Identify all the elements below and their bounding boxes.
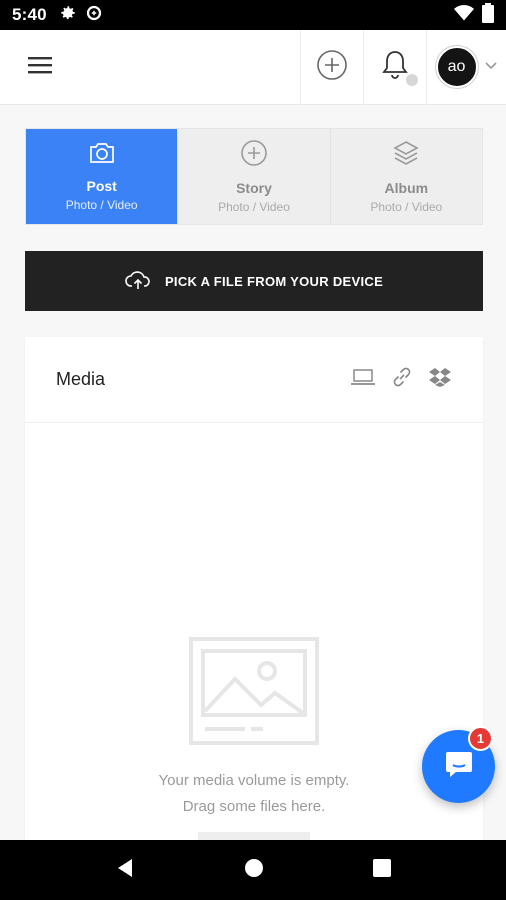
data-saver-icon — [85, 4, 103, 27]
home-icon[interactable] — [244, 858, 264, 883]
wifi-icon — [454, 4, 474, 27]
tab-post[interactable]: Post Photo / Video — [26, 129, 178, 224]
layers-icon — [392, 139, 420, 172]
dropbox-icon[interactable] — [429, 367, 451, 392]
status-time: 5:40 — [12, 5, 47, 24]
tab-story-title: Story — [236, 180, 272, 196]
empty-media-area: Your media volume is empty. Drag some fi… — [25, 637, 483, 820]
empty-line-1: Your media volume is empty. — [158, 772, 350, 789]
status-bar: 5:40 — [0, 0, 506, 30]
recents-icon[interactable] — [373, 858, 392, 882]
notification-dot — [406, 73, 418, 86]
hamburger-menu-icon — [28, 56, 52, 79]
tab-album-title: Album — [384, 180, 429, 196]
camera-icon — [88, 141, 116, 170]
cloud-upload-icon — [125, 269, 151, 294]
app-header: ao — [0, 29, 506, 105]
image-placeholder-icon — [189, 637, 319, 749]
menu-button[interactable] — [0, 30, 80, 105]
bell-icon — [381, 49, 409, 86]
chat-bubble-icon — [444, 750, 474, 783]
pick-file-button[interactable]: PICK A FILE FROM YOUR DEVICE — [25, 251, 483, 311]
chat-button[interactable]: 1 — [422, 726, 495, 803]
media-title: Media — [56, 369, 106, 389]
profile-menu[interactable]: ao — [426, 29, 506, 105]
chat-badge: 1 — [468, 726, 493, 751]
pick-file-label: PICK A FILE FROM YOUR DEVICE — [164, 273, 384, 289]
media-panel: Media Your media volume is empty. Drag s… — [25, 337, 483, 857]
back-icon[interactable] — [115, 858, 135, 883]
add-button[interactable] — [300, 29, 363, 105]
tab-story[interactable]: Story Photo / Video — [177, 129, 329, 224]
tab-post-title: Post — [86, 178, 117, 194]
system-nav-bar — [0, 840, 506, 900]
plus-circle-icon — [240, 139, 268, 172]
battery-icon — [482, 2, 494, 28]
laptop-icon[interactable] — [351, 368, 375, 391]
tab-album[interactable]: Album Photo / Video — [329, 129, 482, 224]
post-type-tabs: Post Photo / Video Story Photo / Video A… — [25, 128, 483, 225]
chevron-down-icon — [484, 58, 498, 76]
empty-line-2: Drag some files here. — [182, 798, 326, 815]
media-header: Media — [25, 337, 483, 423]
tab-album-subtitle: Photo / Video — [370, 200, 443, 214]
gear-icon — [59, 4, 77, 27]
plus-circle-icon — [316, 49, 348, 86]
link-icon[interactable] — [391, 366, 413, 393]
avatar: ao — [435, 46, 478, 88]
tab-story-subtitle: Photo / Video — [218, 200, 290, 214]
tab-post-subtitle: Photo / Video — [65, 198, 138, 212]
notifications-button[interactable] — [363, 29, 426, 105]
